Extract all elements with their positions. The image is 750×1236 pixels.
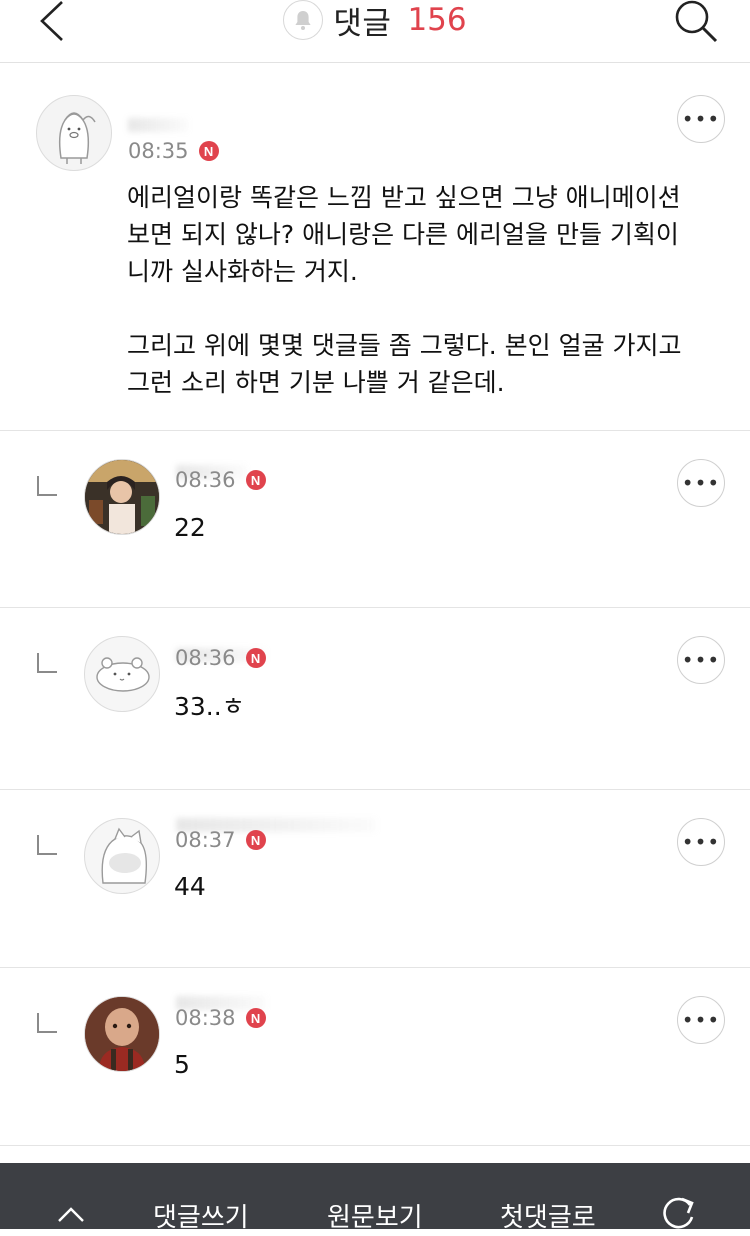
new-badge: N — [245, 470, 266, 490]
avatar[interactable] — [84, 459, 160, 535]
more-options-button[interactable]: ••• — [677, 636, 725, 684]
comment-count: 156 — [407, 2, 467, 38]
cat-avatar-icon — [101, 827, 148, 884]
more-options-button[interactable]: ••• — [677, 818, 725, 866]
top-nav-bar: 댓글 156 — [0, 0, 750, 63]
avatar[interactable] — [84, 996, 160, 1072]
reply-item: 08:37 N ••• 44 — [0, 790, 750, 968]
reply-item: 08:36 N ••• 22 — [0, 431, 750, 608]
avatar[interactable] — [84, 818, 160, 894]
comment-text: 44 — [174, 872, 206, 901]
comment-list: 08:35 N ••• 에리얼이랑 똑같은 느낌 받고 싶으면 그냥 애니메이션… — [0, 66, 750, 1146]
comment-text: 22 — [174, 513, 206, 542]
new-badge: N — [198, 141, 219, 161]
reply-indicator-icon — [37, 653, 57, 673]
page-title: 댓글 156 — [0, 0, 750, 42]
photo-avatar-icon — [85, 460, 159, 534]
avatar[interactable] — [36, 95, 112, 171]
refresh-button[interactable] — [660, 1195, 698, 1236]
photo-avatar-icon — [85, 997, 159, 1071]
search-icon — [675, 0, 718, 43]
comment-meta: 08:36 N — [175, 468, 266, 492]
penguin-avatar-icon — [58, 112, 96, 164]
timestamp: 08:35 — [128, 139, 189, 163]
view-original-button[interactable]: 원문보기 — [327, 1197, 423, 1234]
comment-text: 에리얼이랑 똑같은 느낌 받고 싶으면 그냥 애니메이션 보면 되지 않나? 애… — [127, 183, 682, 397]
reply-indicator-icon — [37, 835, 57, 855]
new-badge: N — [245, 830, 266, 850]
comment-meta: 08:38 N — [175, 1006, 266, 1030]
bottom-toolbar: 댓글쓰기 원문보기 첫댓글로 — [0, 1163, 750, 1233]
first-comment-button[interactable]: 첫댓글로 — [500, 1197, 596, 1234]
more-options-button[interactable]: ••• — [677, 996, 725, 1044]
timestamp: 08:36 — [175, 468, 236, 492]
hamster-avatar-icon — [96, 657, 150, 692]
comment-text: 33..ㅎ — [174, 692, 245, 721]
reply-indicator-icon — [37, 476, 57, 496]
write-comment-button[interactable]: 댓글쓰기 — [153, 1197, 249, 1234]
reply-item: 08:36 N ••• 33..ㅎ — [0, 608, 750, 790]
new-badge: N — [245, 648, 266, 668]
new-badge: N — [245, 1008, 266, 1028]
reply-item: 08:38 N ••• 5 — [0, 968, 750, 1146]
more-options-button[interactable]: ••• — [677, 95, 725, 143]
bell-icon[interactable] — [283, 0, 324, 40]
search-button[interactable] — [672, 0, 720, 44]
title-label: 댓글 — [333, 5, 392, 42]
comment-meta: 08:35 N — [128, 139, 219, 163]
timestamp: 08:38 — [175, 1006, 236, 1030]
refresh-icon — [663, 1197, 694, 1229]
timestamp: 08:36 — [175, 646, 236, 670]
comment-meta: 08:37 N — [175, 828, 266, 852]
timestamp: 08:37 — [175, 828, 236, 852]
chevron-up-icon — [58, 1207, 84, 1222]
scroll-top-button[interactable] — [56, 1201, 86, 1231]
username-redacted — [128, 118, 188, 132]
avatar[interactable] — [84, 636, 160, 712]
comment-text: 5 — [174, 1050, 190, 1079]
comment-meta: 08:36 N — [175, 646, 266, 670]
comment-item: 08:35 N ••• 에리얼이랑 똑같은 느낌 받고 싶으면 그냥 애니메이션… — [0, 66, 750, 431]
reply-indicator-icon — [37, 1013, 57, 1033]
more-options-button[interactable]: ••• — [677, 459, 725, 507]
